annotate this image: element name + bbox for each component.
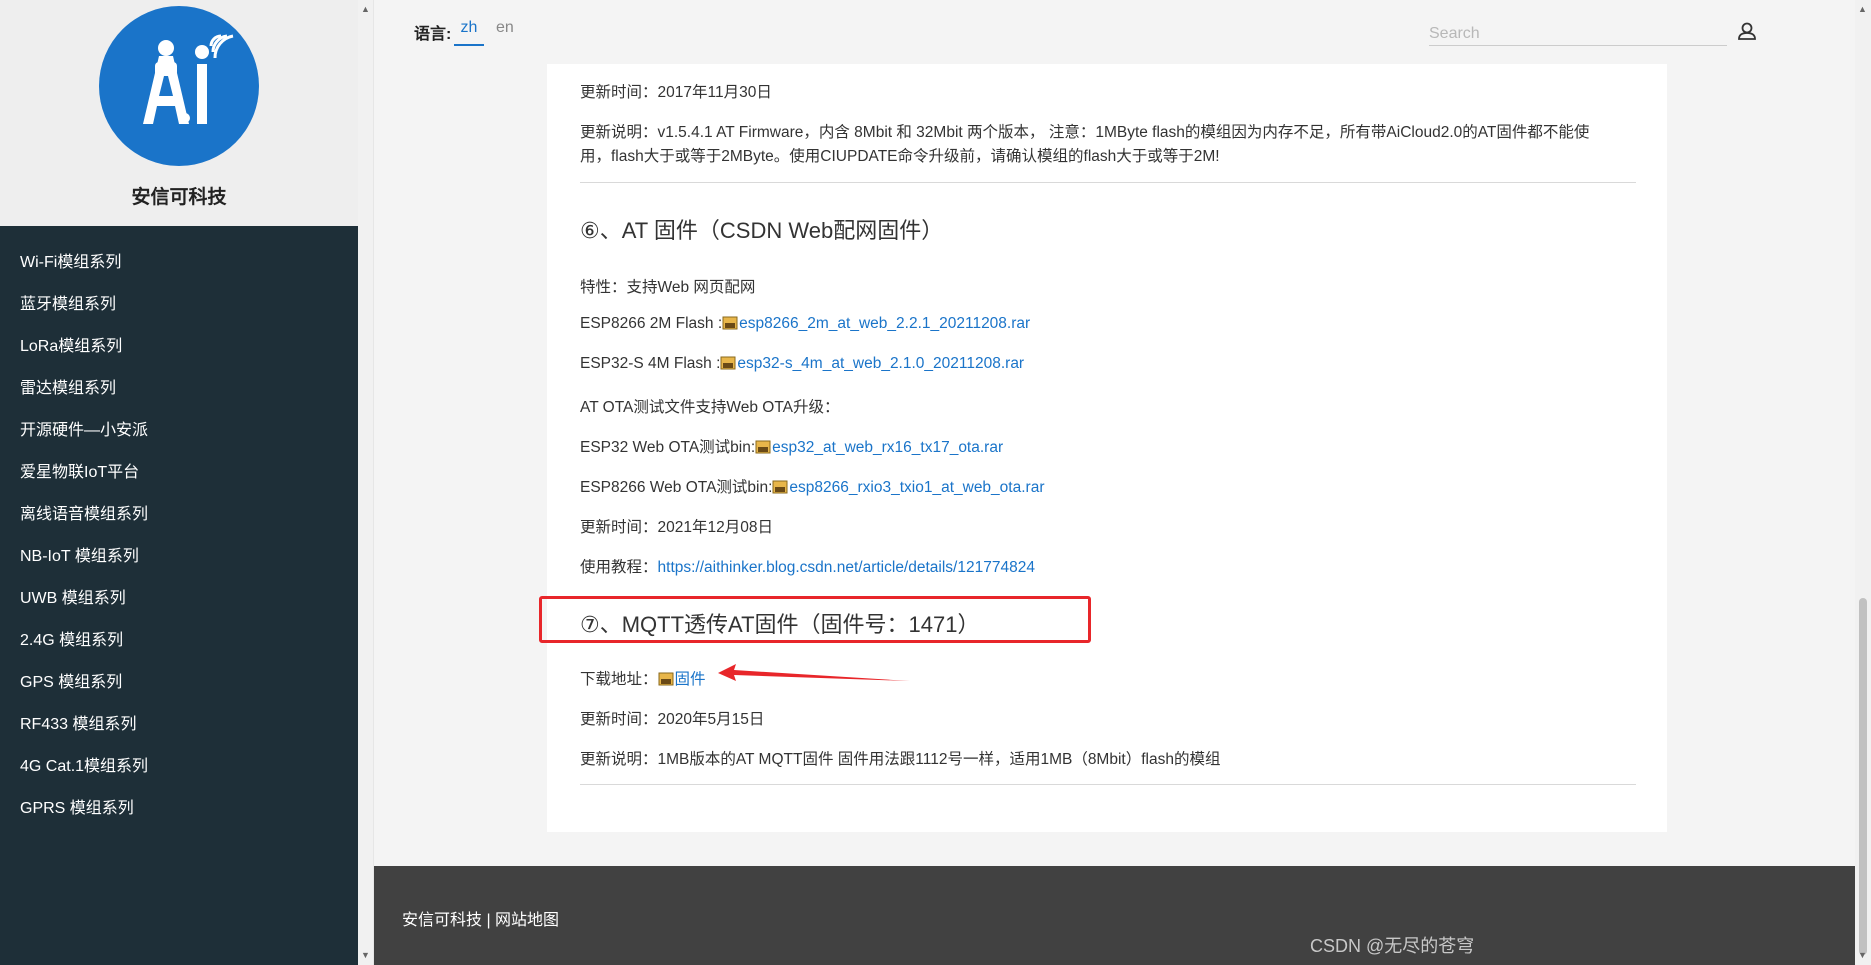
scrollbar-thumb[interactable]	[1859, 598, 1867, 955]
esp8266-ota-row: ESP8266 Web OTA测试bin: esp8266_rxio3_txio1…	[580, 475, 1044, 497]
esp8266-ota-link[interactable]: esp8266_rxio3_txio1_at_web_ota.rar	[789, 479, 1044, 496]
prev-note-line2: 用，flash大于或等于2MByte。使用CIUPDATE命令升级前，请确认模组…	[580, 148, 1220, 165]
rar-file-icon	[720, 356, 736, 370]
esp8266-firmware-link[interactable]: esp8266_2m_at_web_2.2.1_20211208.rar	[739, 315, 1030, 332]
section6-feature: 特性：支持Web 网页配网	[580, 279, 756, 296]
esp32-ota-link[interactable]: esp32_at_web_rx16_tx17_ota.rar	[772, 439, 1003, 456]
section7-update-time: 更新时间：2020年5月15日	[580, 711, 765, 728]
sidebar-header: 安信可科技	[0, 0, 358, 226]
zip-file-icon	[658, 672, 674, 686]
search-input[interactable]	[1429, 22, 1727, 46]
scroll-down-arrow-icon[interactable]: ▼	[1858, 950, 1867, 960]
sidebar-nav: Wi-Fi模组系列 蓝牙模组系列 LoRa模组系列 雷达模组系列 开源硬件—小安…	[0, 226, 358, 830]
esp32-ota-label: ESP32 Web OTA测试bin:	[580, 439, 756, 456]
red-arrow-icon	[718, 664, 910, 681]
sidebar-item-radar[interactable]: 雷达模组系列	[0, 368, 358, 410]
scroll-up-arrow-icon[interactable]: ▲	[1858, 4, 1867, 14]
tutorial-label: 使用教程：	[580, 559, 658, 576]
sidebar-item-offline-voice[interactable]: 离线语音模组系列	[0, 494, 358, 536]
section6-update-time: 更新时间：2021年12月08日	[580, 519, 773, 536]
esp32-flash-label: ESP32-S 4M Flash :	[580, 355, 721, 372]
rar-file-icon	[722, 316, 738, 330]
footer-links[interactable]: 安信可科技 | 网站地图	[402, 906, 559, 930]
sidebar-item-rf433[interactable]: RF433 模组系列	[0, 704, 358, 746]
sidebar-item-iot-platform[interactable]: 爱星物联IoT平台	[0, 452, 358, 494]
sidebar-item-lora[interactable]: LoRa模组系列	[0, 326, 358, 368]
rar-file-icon	[772, 480, 788, 494]
lang-tab-en[interactable]: en	[496, 19, 514, 44]
download-label: 下载地址：	[580, 671, 658, 688]
scroll-up-arrow-icon[interactable]: ▲	[361, 4, 370, 14]
user-icon[interactable]	[1736, 20, 1758, 42]
sidebar-item-open-hardware[interactable]: 开源硬件—小安派	[0, 410, 358, 452]
tutorial-link[interactable]: https://aithinker.blog.csdn.net/article/…	[658, 559, 1035, 576]
divider	[580, 182, 1636, 183]
sidebar: 安信可科技 Wi-Fi模组系列 蓝牙模组系列 LoRa模组系列 雷达模组系列 开…	[0, 0, 358, 965]
sidebar-item-nb-iot[interactable]: NB-IoT 模组系列	[0, 536, 358, 578]
footer: 安信可科技 | 网站地图	[374, 866, 1855, 965]
lang-tab-zh[interactable]: zh	[454, 19, 484, 46]
top-bar: 语言: zh en	[374, 0, 1855, 62]
esp8266-flash-row: ESP8266 2M Flash : esp8266_2m_at_web_2.2.…	[580, 315, 1030, 333]
esp32-firmware-link[interactable]: esp32-s_4m_at_web_2.1.0_20211208.rar	[737, 355, 1024, 372]
section7-title: ⑦、MQTT透传AT固件（固件号：1471）	[580, 612, 980, 637]
scroll-down-arrow-icon[interactable]: ▼	[361, 950, 370, 960]
sidebar-item-24g[interactable]: 2.4G 模组系列	[0, 620, 358, 662]
sidebar-scrollbar[interactable]: ▲ ▼	[358, 0, 374, 965]
brand-logo[interactable]	[99, 6, 259, 166]
divider	[580, 784, 1636, 785]
esp8266-ota-label: ESP8266 Web OTA测试bin:	[580, 479, 773, 496]
sidebar-item-bluetooth[interactable]: 蓝牙模组系列	[0, 284, 358, 326]
sidebar-item-gprs[interactable]: GPRS 模组系列	[0, 788, 358, 830]
esp8266-flash-label: ESP8266 2M Flash :	[580, 315, 723, 332]
ota-desc: AT OTA测试文件支持Web OTA升级：	[580, 399, 840, 416]
download-row: 下载地址： 固件	[580, 667, 706, 689]
rar-file-icon	[755, 440, 771, 454]
sidebar-item-4g-cat1[interactable]: 4G Cat.1模组系列	[0, 746, 358, 788]
language-label: 语言:	[414, 26, 452, 43]
csdn-watermark: CSDN @无尽的苍穹	[1310, 936, 1475, 956]
sidebar-item-uwb[interactable]: UWB 模组系列	[0, 578, 358, 620]
esp32-flash-row: ESP32-S 4M Flash : esp32-s_4m_at_web_2.1.…	[580, 355, 1024, 373]
section6-title: ⑥、AT 固件（CSDN Web配网固件）	[580, 218, 944, 243]
sidebar-item-wifi[interactable]: Wi-Fi模组系列	[0, 242, 358, 284]
page-scrollbar[interactable]: ▲ ▼	[1855, 0, 1871, 965]
main-content: 语言: zh en 更新时间：2017年11月30日 更新说明：v1.5.4.1…	[374, 0, 1855, 965]
prev-note-line1: 更新说明：v1.5.4.1 AT Firmware，内含 8Mbit 和 32M…	[580, 124, 1590, 141]
firmware-download-link[interactable]: 固件	[675, 671, 706, 688]
section7-note: 更新说明：1MB版本的AT MQTT固件 固件用法跟1112号一样，适用1MB（…	[580, 751, 1221, 768]
sidebar-item-gps[interactable]: GPS 模组系列	[0, 662, 358, 704]
prev-update-time: 更新时间：2017年11月30日	[580, 84, 772, 101]
brand-name: 安信可科技	[131, 187, 227, 208]
esp32-ota-row: ESP32 Web OTA测试bin: esp32_at_web_rx16_tx1…	[580, 435, 1003, 457]
tutorial-row: 使用教程：https://aithinker.blog.csdn.net/art…	[580, 555, 1035, 577]
